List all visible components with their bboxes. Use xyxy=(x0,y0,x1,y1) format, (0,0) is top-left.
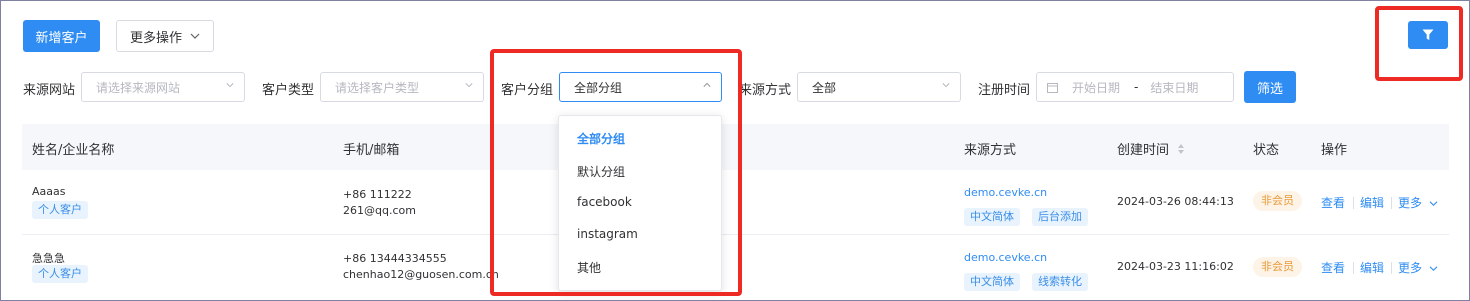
customer-type-placeholder: 请选择客户类型 xyxy=(335,80,420,95)
divider xyxy=(1391,197,1392,209)
source-tag: 后台添加 xyxy=(1032,208,1088,226)
customer-type-select[interactable]: 请选择客户类型 xyxy=(320,72,484,102)
add-customer-button[interactable]: 新增客户 xyxy=(23,20,100,52)
filter-toggle-button[interactable] xyxy=(1408,21,1448,49)
column-contact: 手机/邮箱 xyxy=(343,143,400,158)
more-actions-label: 更多操作 xyxy=(129,30,182,46)
source-tag: 线索转化 xyxy=(1032,273,1088,291)
chevron-up-icon xyxy=(703,82,711,87)
customer-type-tag: 个人客户 xyxy=(32,201,88,219)
dropdown-option-instagram[interactable]: instagram xyxy=(577,227,638,241)
customer-name: Aaaas xyxy=(32,185,66,198)
dropdown-option-all[interactable]: 全部分组 xyxy=(577,130,625,147)
chevron-down-icon xyxy=(465,83,473,88)
email: 261@qq.com xyxy=(343,204,416,217)
source-site-link[interactable]: demo.cevke.cn xyxy=(964,251,1047,264)
customer-type-label: 客户类型 xyxy=(262,83,315,98)
chevron-down-icon xyxy=(1429,266,1438,272)
source-method-value: 全部 xyxy=(812,80,837,95)
row-divider xyxy=(22,234,1449,235)
more-label: 更多 xyxy=(1398,261,1423,275)
edit-link[interactable]: 编辑 xyxy=(1360,194,1384,211)
source-method-select[interactable]: 全部 xyxy=(797,72,961,102)
date-separator: - xyxy=(1134,80,1139,94)
column-created-label: 创建时间 xyxy=(1117,143,1170,158)
more-link[interactable]: 更多 xyxy=(1398,194,1438,211)
divider xyxy=(1391,262,1392,274)
customer-group-label: 客户分组 xyxy=(501,83,554,98)
view-link[interactable]: 查看 xyxy=(1321,259,1345,276)
created-time: 2024-03-23 11:16:02 xyxy=(1117,260,1234,273)
customer-name: 急急急 xyxy=(32,252,65,265)
more-actions-button[interactable]: 更多操作 xyxy=(116,20,214,52)
source-method-label: 来源方式 xyxy=(739,83,792,98)
view-link[interactable]: 查看 xyxy=(1321,194,1345,211)
filter-submit-button[interactable]: 筛选 xyxy=(1244,71,1296,103)
dropdown-option-default[interactable]: 默认分组 xyxy=(577,163,625,180)
language-tag: 中文简体 xyxy=(964,273,1020,291)
email: chenhao12@guosen.com.cn xyxy=(343,268,499,281)
status-badge: 非会员 xyxy=(1253,257,1302,277)
sort-icon[interactable] xyxy=(1177,143,1185,155)
more-link[interactable]: 更多 xyxy=(1398,259,1438,276)
chevron-down-icon xyxy=(226,83,234,88)
add-customer-label: 新增客户 xyxy=(35,30,88,46)
table-header xyxy=(22,124,1449,170)
customer-type-tag: 个人客户 xyxy=(32,265,88,283)
column-source: 来源方式 xyxy=(964,143,1017,158)
divider xyxy=(1353,197,1354,209)
phone: +86 13444334555 xyxy=(343,252,447,265)
start-date-placeholder[interactable]: 开始日期 xyxy=(1072,79,1120,96)
created-time: 2024-03-26 08:44:13 xyxy=(1117,195,1234,208)
column-status: 状态 xyxy=(1253,143,1280,158)
column-actions: 操作 xyxy=(1321,143,1348,158)
column-created[interactable]: 创建时间 xyxy=(1117,139,1185,158)
column-name: 姓名/企业名称 xyxy=(32,143,115,158)
funnel-icon xyxy=(1422,29,1434,40)
register-time-range[interactable]: 开始日期 - 结束日期 xyxy=(1036,72,1234,102)
source-site-label: 来源网站 xyxy=(23,83,76,98)
source-site-placeholder: 请选择来源网站 xyxy=(96,80,181,95)
customer-group-value: 全部分组 xyxy=(574,80,623,95)
status-badge: 非会员 xyxy=(1253,191,1302,211)
edit-link[interactable]: 编辑 xyxy=(1360,259,1384,276)
dropdown-option-other[interactable]: 其他 xyxy=(577,259,601,276)
register-time-label: 注册时间 xyxy=(978,83,1031,98)
chevron-down-icon xyxy=(942,83,950,88)
dropdown-option-facebook[interactable]: facebook xyxy=(577,195,632,209)
divider xyxy=(1353,262,1354,274)
source-site-link[interactable]: demo.cevke.cn xyxy=(964,186,1047,199)
language-tag: 中文简体 xyxy=(964,208,1020,226)
chevron-down-icon xyxy=(190,33,200,39)
end-date-placeholder[interactable]: 结束日期 xyxy=(1150,79,1198,96)
customer-group-select[interactable]: 全部分组 xyxy=(559,72,722,102)
customer-group-dropdown: 全部分组 默认分组 facebook instagram 其他 xyxy=(558,115,722,291)
source-site-select[interactable]: 请选择来源网站 xyxy=(81,72,245,102)
filter-submit-label: 筛选 xyxy=(1256,81,1283,97)
phone: +86 111222 xyxy=(343,188,412,201)
more-label: 更多 xyxy=(1398,196,1423,210)
calendar-icon xyxy=(1047,82,1058,93)
chevron-down-icon xyxy=(1429,201,1438,207)
